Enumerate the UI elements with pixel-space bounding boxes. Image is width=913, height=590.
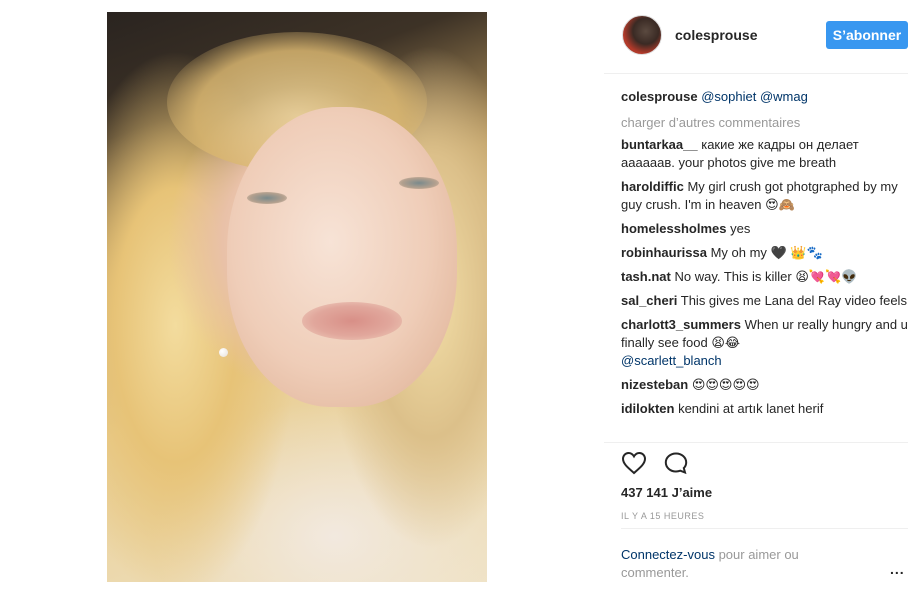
comment-username[interactable]: haroldiffic (621, 179, 684, 194)
comment-item: tash.nat No way. This is killer 😫💘💘👽 (621, 268, 911, 286)
comment-username[interactable]: idilokten (621, 401, 674, 416)
comment-text: This gives me Lana del Ray video feels (680, 293, 907, 308)
comment-text: No way. This is killer 😫💘💘👽 (674, 269, 858, 284)
post-caption: colesprouse @sophiet @wmag (621, 88, 911, 106)
comment-item: haroldiffic My girl crush got photgraphe… (621, 178, 911, 214)
comment-item: homelessholmes yes (621, 220, 911, 238)
comment-username[interactable]: robinhaurissa (621, 245, 707, 260)
login-prompt: Connectez-vous pour aimer ou commenter. (621, 546, 841, 582)
caption-username[interactable]: colesprouse (621, 89, 698, 104)
load-more-comments[interactable]: charger d’autres commentaires (621, 114, 911, 132)
photo-eye-right (399, 177, 439, 189)
author-avatar[interactable] (622, 15, 662, 55)
photo-face (227, 107, 457, 407)
heart-icon[interactable] (621, 451, 647, 475)
post-photo[interactable] (107, 12, 487, 582)
comment-icon[interactable] (663, 451, 689, 475)
post-timestamp[interactable]: IL Y A 15 HEURES (621, 511, 704, 521)
author-username[interactable]: colesprouse (675, 27, 757, 43)
comment-username[interactable]: buntarkaa__ (621, 137, 698, 152)
comment-item: sal_cheri This gives me Lana del Ray vid… (621, 292, 911, 310)
more-options-icon[interactable]: ... (890, 561, 905, 577)
comment-item: buntarkaa__ какие же кадры он делает ааа… (621, 136, 911, 172)
comment-username[interactable]: homelessholmes (621, 221, 727, 236)
comment-username[interactable]: nizesteban (621, 377, 688, 392)
comment-list: colesprouse @sophiet @wmag charger d’aut… (621, 88, 911, 424)
comment-username[interactable]: charlott3_summers (621, 317, 741, 332)
post-side-panel: colesprouse S’abonner colesprouse @sophi… (604, 0, 913, 590)
comment-text: yes (730, 221, 751, 236)
comment-text: 😍😍😍😍😍 (691, 377, 760, 392)
comment-mention[interactable]: @scarlett_blanch (621, 353, 722, 368)
comment-item: idilokten kendini at artık lanet herif (621, 400, 911, 418)
comment-text: My oh my 🖤 👑🐾 (710, 245, 823, 260)
comment-item: charlott3_summers When ur really hungry … (621, 316, 911, 370)
section-divider (621, 528, 908, 529)
photo-lips (302, 302, 402, 340)
caption-mention[interactable]: @wmag (760, 89, 808, 104)
comment-username[interactable]: tash.nat (621, 269, 671, 284)
login-link[interactable]: Connectez-vous (621, 547, 715, 562)
comment-username[interactable]: sal_cheri (621, 293, 677, 308)
follow-button[interactable]: S’abonner (826, 21, 908, 49)
photo-eye-left (247, 192, 287, 204)
post-actions (621, 451, 701, 477)
caption-mention[interactable]: @sophiet (701, 89, 756, 104)
section-divider (604, 442, 908, 443)
like-count[interactable]: 437 141 J’aime (621, 485, 712, 500)
comment-item: robinhaurissa My oh my 🖤 👑🐾 (621, 244, 911, 262)
comment-item: nizesteban 😍😍😍😍😍 (621, 376, 911, 394)
comment-text: kendini at artık lanet herif (678, 401, 824, 416)
photo-earring (219, 348, 228, 357)
post-header: colesprouse S’abonner (604, 0, 908, 74)
